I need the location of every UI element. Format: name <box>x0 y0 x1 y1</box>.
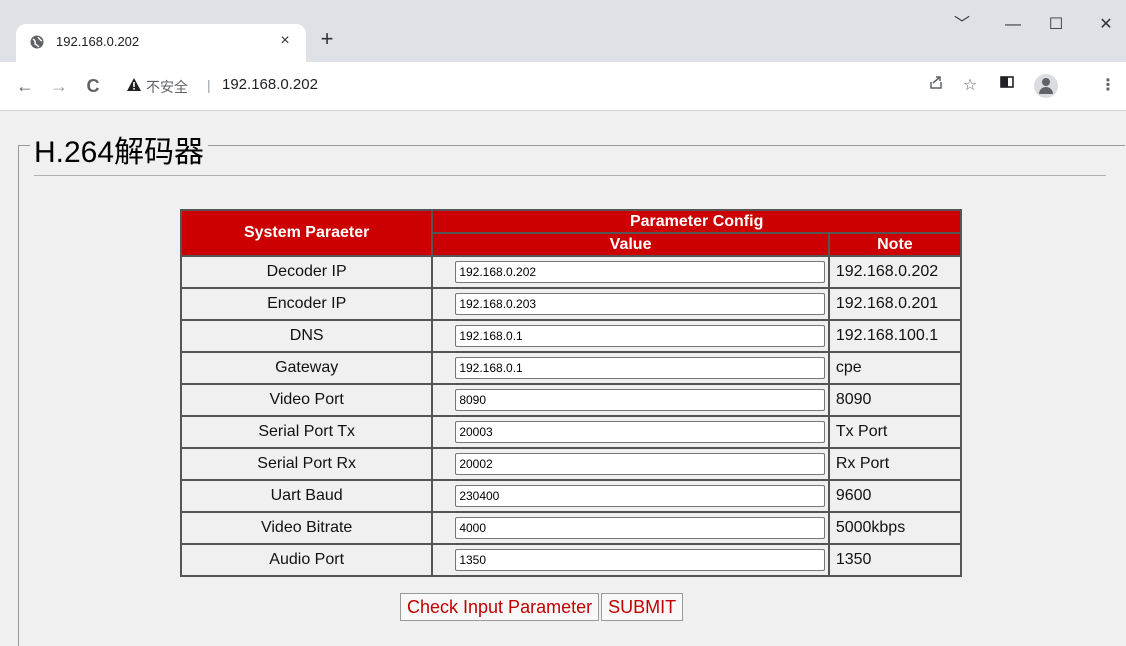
parameter-value-cell <box>431 351 830 385</box>
check-input-button[interactable]: Check Input Parameter <box>400 593 600 621</box>
browser-tab[interactable]: 192.168.0.202 × <box>16 24 306 62</box>
warning-icon[interactable] <box>126 77 142 93</box>
profile-avatar[interactable] <box>1034 74 1058 98</box>
parameter-name: Decoder IP <box>179 255 434 289</box>
parameter-name: Video Bitrate <box>179 511 434 545</box>
parameter-value-cell <box>431 287 830 321</box>
parameter-note: 1350 <box>827 543 963 577</box>
parameter-name: Serial Port Rx <box>179 447 434 481</box>
submit-button[interactable]: SUBMIT <box>601 593 684 621</box>
parameter-value-cell <box>431 479 830 513</box>
parameter-value-cell <box>431 383 830 417</box>
table-row: Serial Port Tx Tx Port <box>179 415 963 449</box>
page-title: H.264解码器 <box>30 127 209 171</box>
address-bar[interactable]: 不安全 | 192.168.0.202 <box>126 70 964 102</box>
parameter-value-cell <box>431 255 830 289</box>
parameter-note: 192.168.0.202 <box>827 255 963 289</box>
table-row: Audio Port 1350 <box>179 543 963 577</box>
button-row: Check Input Parameter SUBMIT <box>400 593 685 621</box>
parameter-value-input[interactable] <box>455 389 826 411</box>
sidebar-icon[interactable] <box>995 74 1019 98</box>
parameter-value-cell <box>431 319 830 353</box>
back-button[interactable]: ← <box>12 73 38 99</box>
parameter-name: DNS <box>179 319 434 353</box>
new-tab-button[interactable]: + <box>314 27 340 53</box>
minimize-button[interactable]: — <box>993 10 1033 40</box>
tab-title: 192.168.0.202 <box>56 34 140 49</box>
parameter-note: 192.168.100.1 <box>827 319 963 353</box>
table-row: Decoder IP 192.168.0.202 <box>179 255 963 289</box>
note-header: Note <box>827 232 963 257</box>
parameter-config-header: Parameter Config <box>431 209 962 234</box>
parameter-note: 8090 <box>827 383 963 417</box>
close-tab-icon[interactable]: × <box>275 31 295 51</box>
value-header: Value <box>431 232 830 257</box>
parameter-name: Encoder IP <box>179 287 434 321</box>
page-content: H.264解码器 System Paraeter Parameter Confi… <box>0 111 1126 646</box>
table-row: Uart Baud 9600 <box>179 479 963 513</box>
parameter-value-cell <box>431 415 830 449</box>
parameter-name: Gateway <box>179 351 434 385</box>
parameter-note: 5000kbps <box>827 511 963 545</box>
url-text[interactable]: 192.168.0.202 <box>222 76 318 93</box>
parameter-value-cell <box>431 543 830 577</box>
forward-button[interactable]: → <box>46 73 72 99</box>
maximize-button[interactable]: ☐ <box>1036 10 1076 40</box>
config-table: System Paraeter Parameter Config Value N… <box>179 209 963 577</box>
parameter-value-cell <box>431 447 830 481</box>
table-row: Video Port 8090 <box>179 383 963 417</box>
parameter-value-cell <box>431 511 830 545</box>
table-row: DNS 192.168.100.1 <box>179 319 963 353</box>
system-parameter-header: System Paraeter <box>179 209 434 257</box>
parameter-value-input[interactable] <box>455 325 826 347</box>
insecure-label[interactable]: 不安全 <box>146 77 188 97</box>
table-row: Gateway cpe <box>179 351 963 385</box>
parameter-note: Rx Port <box>827 447 963 481</box>
parameter-name: Video Port <box>179 383 434 417</box>
parameter-value-input[interactable] <box>455 453 826 475</box>
parameter-value-input[interactable] <box>455 293 826 315</box>
parameter-note: Tx Port <box>827 415 963 449</box>
globe-icon <box>30 35 44 49</box>
star-icon[interactable]: ☆ <box>958 74 982 98</box>
parameter-note: 9600 <box>827 479 963 513</box>
close-window-button[interactable]: ✕ <box>1086 10 1126 40</box>
table-row: Encoder IP 192.168.0.201 <box>179 287 963 321</box>
parameter-value-input[interactable] <box>455 261 826 283</box>
share-icon[interactable] <box>924 74 948 98</box>
address-separator: | <box>207 77 211 93</box>
tab-strip: 192.168.0.202 × + ﹀ — ☐ ✕ <box>0 0 1126 62</box>
table-row: Video Bitrate 5000kbps <box>179 511 963 545</box>
browser-toolbar: ← → C 不安全 | 192.168.0.202 ☆ ⋮ <box>0 62 1126 111</box>
parameter-value-input[interactable] <box>455 357 826 379</box>
table-row: Serial Port Rx Rx Port <box>179 447 963 481</box>
parameter-value-input[interactable] <box>455 517 826 539</box>
parameter-note: cpe <box>827 351 963 385</box>
divider <box>34 175 1106 176</box>
parameter-value-input[interactable] <box>455 421 826 443</box>
parameter-name: Serial Port Tx <box>179 415 434 449</box>
tab-search-icon[interactable]: ﹀ <box>942 10 982 40</box>
menu-icon[interactable]: ⋮ <box>1096 74 1120 98</box>
parameter-name: Audio Port <box>179 543 434 577</box>
parameter-note: 192.168.0.201 <box>827 287 963 321</box>
parameter-value-input[interactable] <box>455 485 826 507</box>
reload-button[interactable]: C <box>80 73 106 99</box>
parameter-value-input[interactable] <box>455 549 826 571</box>
parameter-name: Uart Baud <box>179 479 434 513</box>
